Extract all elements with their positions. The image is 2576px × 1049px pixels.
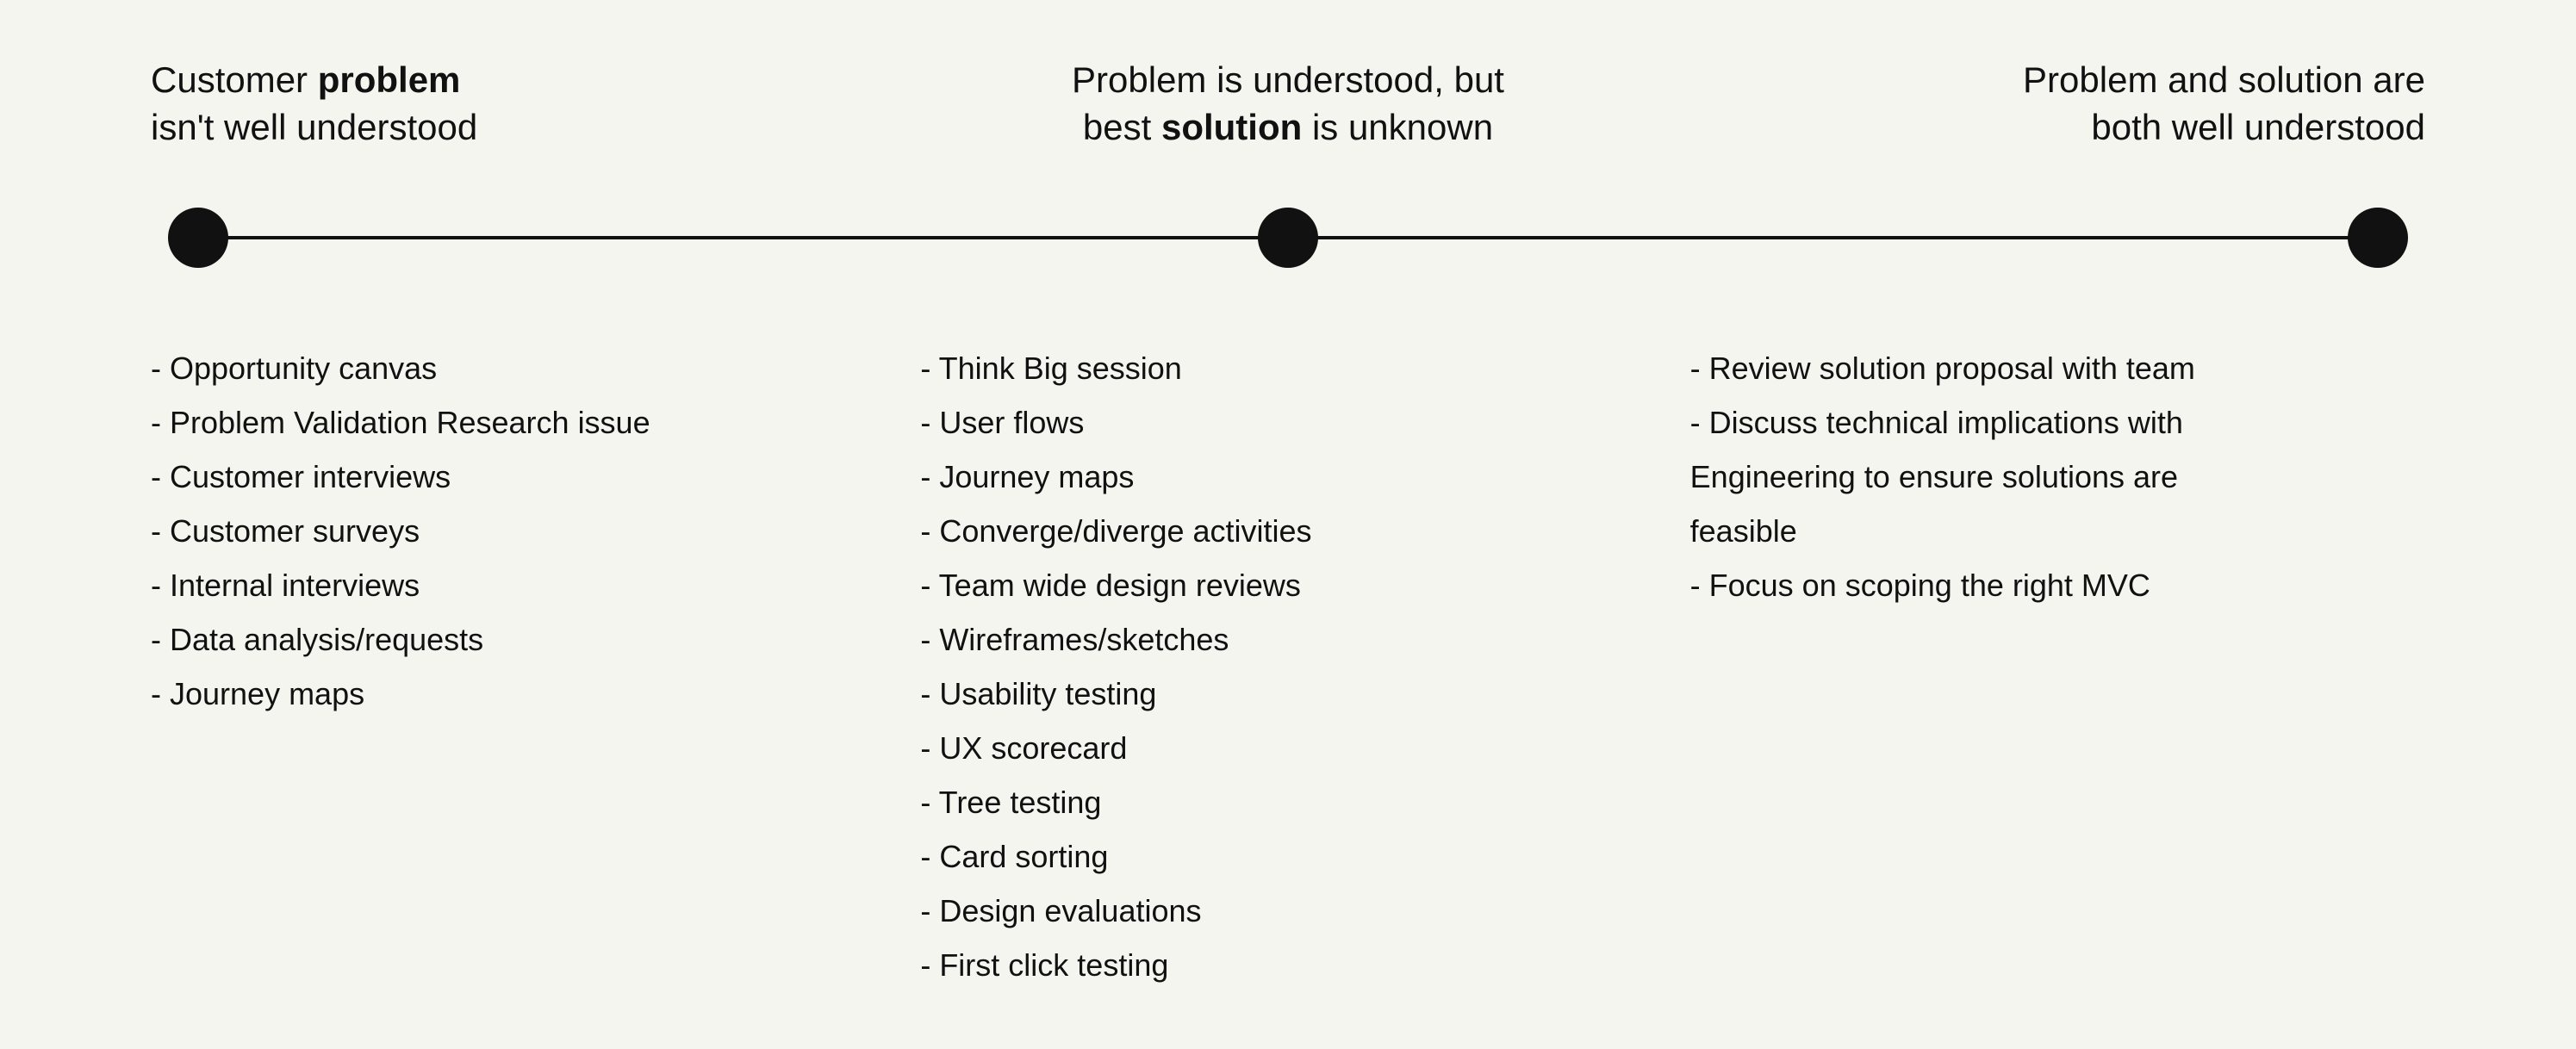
list-item: - First click testing [920, 938, 1655, 992]
list-item: feasible [1690, 504, 2425, 558]
list-item: - Tree testing [920, 775, 1655, 829]
list-item: - Internal interviews [151, 558, 886, 612]
list-item: - UX scorecard [920, 721, 1655, 775]
list-item: - Customer interviews [151, 450, 886, 504]
content-col-right: - Review solution proposal with team - D… [1690, 341, 2425, 612]
list-item: - Team wide design reviews [920, 558, 1655, 612]
list-item: - Data analysis/requests [151, 612, 886, 667]
list-item: Engineering to ensure solutions are [1690, 450, 2425, 504]
list-item: - Focus on scoping the right MVC [1690, 558, 2425, 612]
content-col-left: - Opportunity canvas - Problem Validatio… [151, 341, 920, 721]
header-row: Customer problemisn't well understood Pr… [151, 57, 2425, 151]
list-item: - Design evaluations [920, 884, 1655, 938]
header-left-bold: problem [318, 59, 461, 100]
header-middle: Problem is understood, butbest solution … [909, 57, 1667, 151]
header-left: Customer problemisn't well understood [151, 57, 909, 151]
list-item: - Think Big session [920, 341, 1655, 395]
header-middle-bold: solution [1161, 107, 1302, 147]
list-item: - Wireframes/sketches [920, 612, 1655, 667]
list-item: - Problem Validation Research issue [151, 395, 886, 450]
timeline-wrapper [151, 203, 2425, 272]
list-item: - Opportunity canvas [151, 341, 886, 395]
header-right: Problem and solution areboth well unders… [1667, 57, 2425, 151]
dot-right [2348, 208, 2408, 268]
dot-middle [1258, 208, 1318, 268]
timeline-dots [151, 203, 2425, 272]
list-item: - Usability testing [920, 667, 1655, 721]
list-item: - Review solution proposal with team [1690, 341, 2425, 395]
list-item: - Discuss technical implications with [1690, 395, 2425, 450]
list-item: - Journey maps [920, 450, 1655, 504]
dot-left [168, 208, 228, 268]
list-item: - Customer surveys [151, 504, 886, 558]
list-item: - User flows [920, 395, 1655, 450]
list-item: - Journey maps [151, 667, 886, 721]
content-col-middle: - Think Big session - User flows - Journ… [920, 341, 1689, 992]
list-item: - Card sorting [920, 829, 1655, 884]
diagram-container: Customer problemisn't well understood Pr… [82, 5, 2494, 1043]
list-item: - Converge/diverge activities [920, 504, 1655, 558]
content-row: - Opportunity canvas - Problem Validatio… [151, 341, 2425, 992]
